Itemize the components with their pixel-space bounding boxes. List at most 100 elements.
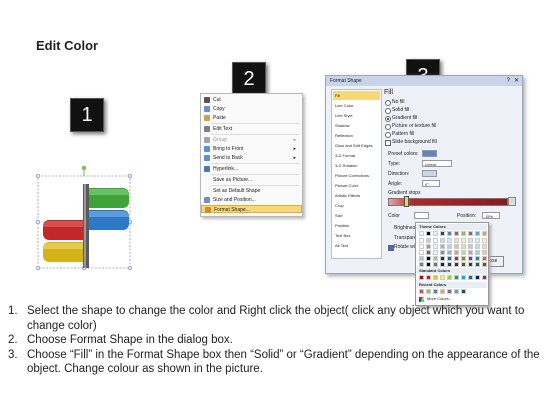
resize-handle[interactable] (35, 173, 41, 179)
color-swatch[interactable] (419, 275, 424, 280)
position-field[interactable]: 15% (482, 212, 500, 219)
color-swatch[interactable] (468, 256, 473, 261)
sidebar-item-line-style[interactable]: Line Style (333, 111, 380, 120)
resize-handle[interactable] (127, 265, 133, 271)
color-swatch[interactable] (447, 256, 452, 261)
sidebar-item-fill[interactable]: Fill (333, 91, 380, 100)
no-fill-radio[interactable] (385, 100, 391, 106)
menu-item-copy[interactable]: Copy (201, 105, 302, 113)
color-swatch[interactable] (440, 256, 445, 261)
color-swatch[interactable] (482, 262, 487, 267)
color-swatch[interactable] (461, 256, 466, 261)
color-swatch[interactable] (454, 244, 459, 249)
color-swatch[interactable] (482, 275, 487, 280)
color-swatch[interactable] (447, 289, 452, 294)
resize-handle[interactable] (35, 219, 41, 225)
color-swatch[interactable] (475, 238, 480, 243)
color-swatch[interactable] (426, 250, 431, 255)
sidebar-item-size[interactable]: Size (333, 211, 380, 220)
color-swatch[interactable] (433, 250, 438, 255)
color-swatch[interactable] (419, 289, 424, 294)
menu-item-format-shape[interactable]: Format Shape... (201, 205, 302, 213)
color-swatch[interactable] (426, 262, 431, 267)
menu-item-paste[interactable]: Paste (201, 114, 302, 122)
color-swatch[interactable] (461, 262, 466, 267)
menu-item-size-and-position[interactable]: Size and Position... (201, 196, 302, 204)
color-swatch[interactable] (475, 244, 480, 249)
sidebar-item-picture-corrections[interactable]: Picture Corrections (333, 171, 380, 180)
color-swatch[interactable] (419, 250, 424, 255)
color-swatch[interactable] (468, 250, 473, 255)
rotation-handle[interactable] (81, 165, 87, 171)
color-swatch[interactable] (461, 238, 466, 243)
color-swatch[interactable] (454, 231, 459, 236)
color-swatch[interactable] (468, 238, 473, 243)
color-swatch[interactable] (482, 250, 487, 255)
menu-item-cut[interactable]: Cut (201, 96, 302, 104)
preset-colors-dropdown[interactable] (422, 150, 437, 157)
sidebar-item-artistic-effects[interactable]: Artistic Effects (333, 191, 380, 200)
color-swatch[interactable] (447, 238, 452, 243)
color-swatch[interactable] (482, 231, 487, 236)
color-swatch[interactable] (440, 250, 445, 255)
sidebar-item-3d-format[interactable]: 3-D Format (333, 151, 380, 160)
gradient-fill-radio[interactable] (385, 116, 391, 122)
color-swatch[interactable] (454, 256, 459, 261)
color-swatch[interactable] (419, 244, 424, 249)
menu-item-hyperlink[interactable]: Hyperlink... (201, 165, 302, 173)
color-swatch[interactable] (482, 238, 487, 243)
color-swatch[interactable] (426, 244, 431, 249)
color-swatch[interactable] (475, 275, 480, 280)
menu-item-send-to-back[interactable]: Send to Back ▸ (201, 154, 302, 162)
more-colors-item[interactable]: More Colors... (427, 296, 452, 302)
picture-fill-radio[interactable] (385, 124, 391, 130)
color-swatch[interactable] (440, 275, 445, 280)
color-swatch[interactable] (461, 250, 466, 255)
sidebar-item-glow[interactable]: Glow and Soft Edges (333, 141, 380, 150)
menu-item-set-default-shape[interactable]: Set as Default Shape (201, 187, 302, 195)
type-dropdown[interactable]: Linear (422, 160, 452, 167)
sidebar-item-crop[interactable]: Crop (333, 201, 380, 210)
help-icon[interactable]: ? (507, 76, 510, 86)
color-swatch[interactable] (461, 231, 466, 236)
solid-fill-radio[interactable] (385, 108, 391, 114)
menu-item-bring-to-front[interactable]: Bring to Front ▸ (201, 145, 302, 153)
selected-shape-graphic[interactable] (35, 164, 135, 274)
color-swatch[interactable] (454, 238, 459, 243)
sidebar-item-3d-rotation[interactable]: 3-D Rotation (333, 161, 380, 170)
sidebar-item-shadow[interactable]: Shadow (333, 121, 380, 130)
resize-handle[interactable] (127, 173, 133, 179)
color-swatch[interactable] (426, 275, 431, 280)
add-stop-icon[interactable] (508, 197, 516, 206)
color-swatch[interactable] (482, 244, 487, 249)
sidebar-item-reflection[interactable]: Reflection (333, 131, 380, 140)
pattern-fill-radio[interactable] (385, 132, 391, 138)
color-swatch[interactable] (454, 289, 459, 294)
sidebar-item-alt-text[interactable]: Alt Text (333, 241, 380, 250)
sidebar-item-text-box[interactable]: Text Box (333, 231, 380, 240)
color-swatch[interactable] (426, 289, 431, 294)
color-swatch[interactable] (440, 238, 445, 243)
close-icon[interactable]: ✕ (514, 76, 519, 86)
color-swatch[interactable] (447, 244, 452, 249)
color-swatch[interactable] (468, 275, 473, 280)
sidebar-item-position[interactable]: Position (333, 221, 380, 230)
color-swatch[interactable] (482, 256, 487, 261)
color-swatch[interactable] (461, 244, 466, 249)
angle-field[interactable]: 0° (422, 180, 440, 187)
color-swatch[interactable] (475, 262, 480, 267)
sidebar-item-line-color[interactable]: Line Color (333, 101, 380, 110)
color-swatch[interactable] (475, 250, 480, 255)
color-swatch[interactable] (440, 262, 445, 267)
color-swatch[interactable] (433, 262, 438, 267)
color-swatch[interactable] (475, 231, 480, 236)
color-swatch[interactable] (447, 231, 452, 236)
color-swatch[interactable] (433, 238, 438, 243)
color-swatch[interactable] (419, 262, 424, 267)
menu-item-group[interactable]: Group ▸ (201, 136, 302, 144)
color-swatch[interactable] (454, 250, 459, 255)
color-swatch[interactable] (433, 256, 438, 261)
color-swatch[interactable] (419, 231, 424, 236)
color-swatch[interactable] (468, 262, 473, 267)
color-swatch[interactable] (461, 275, 466, 280)
